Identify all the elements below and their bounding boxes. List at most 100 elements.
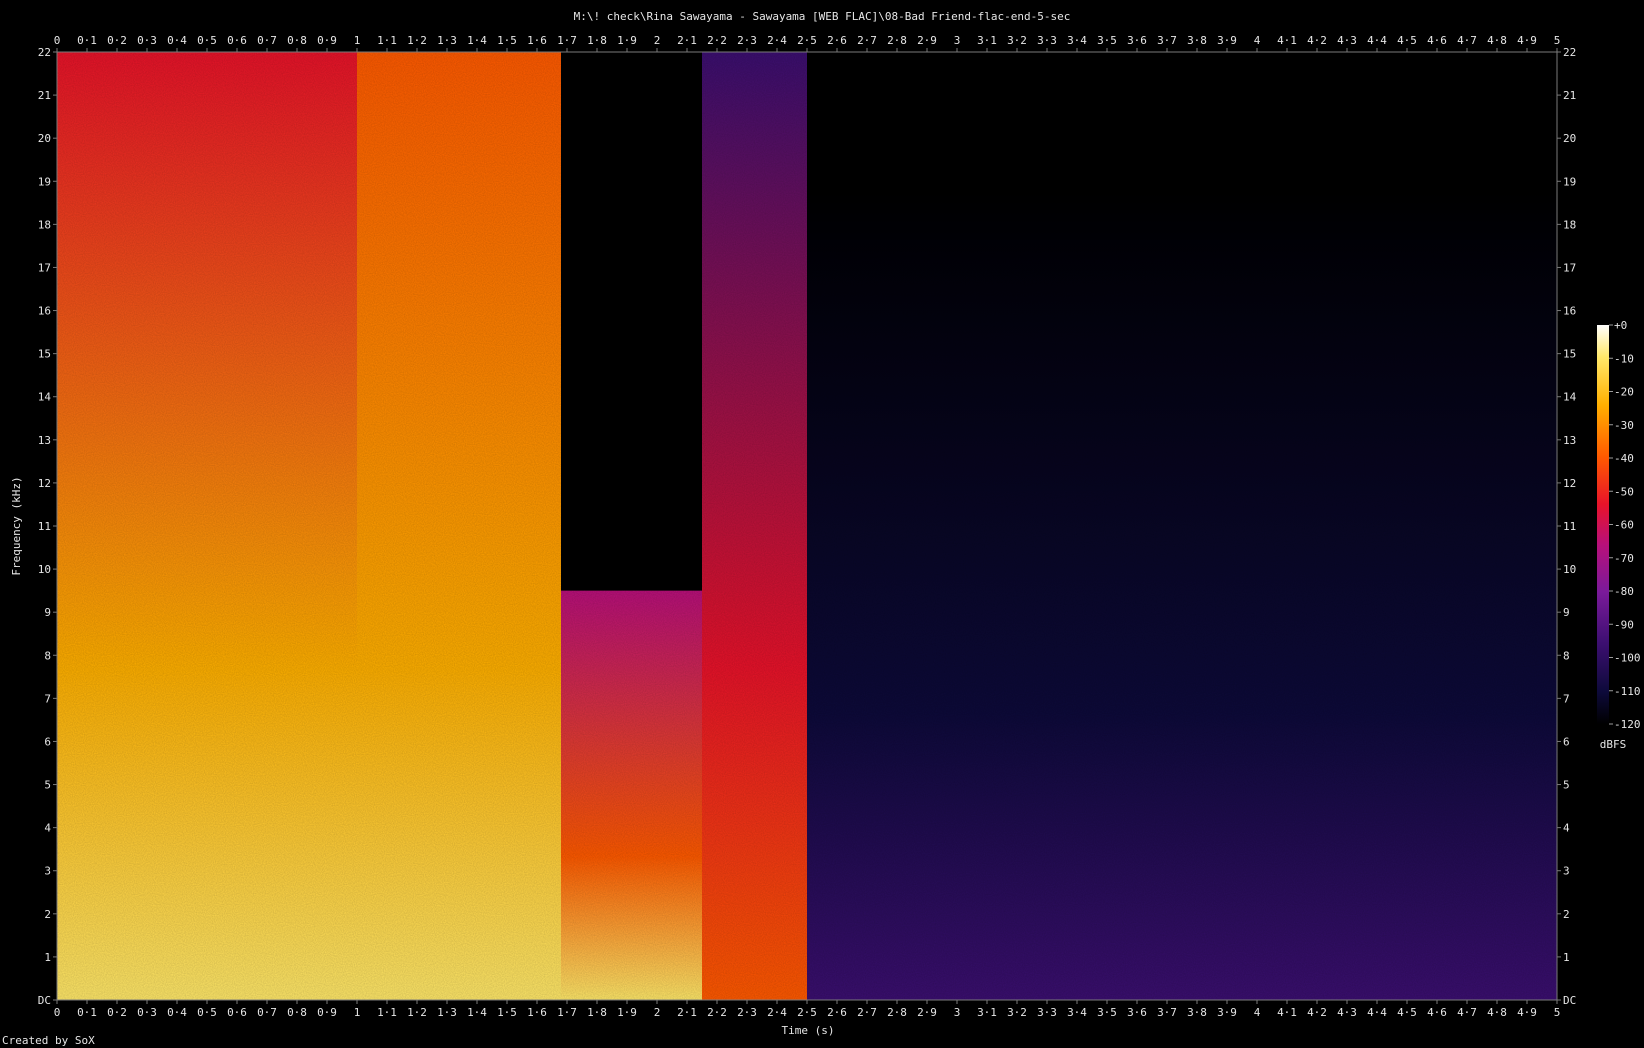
y-tick-label: 9	[1563, 606, 1570, 619]
x-tick-label: 4·9	[1517, 1006, 1537, 1019]
y-tick-label: 4	[1563, 822, 1570, 835]
x-tick-label: 4·1	[1277, 34, 1297, 47]
y-tick-label: 6	[44, 735, 51, 748]
x-tick-label: 0·2	[107, 34, 127, 47]
x-tick-label: 0·7	[257, 1006, 277, 1019]
x-tick-label: 4·1	[1277, 1006, 1297, 1019]
x-tick-label: 0·1	[77, 1006, 97, 1019]
x-tick-label: 4·7	[1457, 34, 1477, 47]
y-tick-label: 13	[1563, 434, 1576, 447]
spectrogram-figure: M:\! check\Rina Sawayama - Sawayama [WEB…	[2, 10, 1641, 1047]
x-tick-label: 0·8	[287, 34, 307, 47]
x-tick-label: 1·9	[617, 34, 637, 47]
x-tick-label: 0·9	[317, 1006, 337, 1019]
y-tick-label: 3	[1563, 865, 1570, 878]
y-tick-label: 11	[1563, 520, 1576, 533]
x-tick-label: 1·3	[437, 1006, 457, 1019]
x-tick-label: 1	[354, 1006, 361, 1019]
y-tick-label: 8	[1563, 649, 1570, 662]
x-tick-label: 0·3	[137, 1006, 157, 1019]
x-tick-label: 1	[354, 34, 361, 47]
y-tick-label: 5	[1563, 779, 1570, 792]
y-tick-label: 18	[38, 218, 51, 231]
y-tick-label: 2	[44, 908, 51, 921]
x-tick-label: 3·5	[1097, 34, 1117, 47]
x-tick-label: 0·8	[287, 1006, 307, 1019]
colorbar-tick-label: -90	[1614, 618, 1634, 631]
x-tick-label: 4·9	[1517, 34, 1537, 47]
x-tick-label: 0·5	[197, 1006, 217, 1019]
colorbar-tick-label: -50	[1614, 485, 1634, 498]
y-tick-label: 10	[1563, 563, 1576, 576]
x-tick-label: 2·2	[707, 34, 727, 47]
y-tick-label: 7	[44, 692, 51, 705]
x-tick-label: 3·7	[1157, 34, 1177, 47]
y-tick-label: 21	[38, 89, 51, 102]
y-tick-label: 11	[38, 520, 51, 533]
y-tick-label: 17	[38, 261, 51, 274]
x-tick-label: 2	[654, 34, 661, 47]
y-tick-label: 22	[38, 46, 51, 59]
colorbar-tick-label: -10	[1614, 352, 1634, 365]
x-axis-bottom: 0 0·1 0·2 0·3 0·4 0·5 0·6 0·7 0·8 0·9 1 1·1 1·2 1·3 1·…	[54, 1000, 1561, 1019]
y-tick-label: 22	[1563, 46, 1576, 59]
x-tick-label: 2·8	[887, 34, 907, 47]
x-tick-label: 0	[54, 34, 61, 47]
x-tick-label: 3·4	[1067, 34, 1087, 47]
x-tick-label: 3·2	[1007, 34, 1027, 47]
x-tick-label: 4	[1254, 34, 1261, 47]
y-tick-label: 4	[44, 822, 51, 835]
x-tick-label: 3·2	[1007, 1006, 1027, 1019]
x-tick-label: 2·6	[827, 1006, 847, 1019]
y-tick-label: 14	[1563, 391, 1577, 404]
x-tick-label: 4·5	[1397, 34, 1417, 47]
x-tick-label: 4·2	[1307, 34, 1327, 47]
y-tick-label: 13	[38, 434, 51, 447]
colorbar-tick-label: -40	[1614, 452, 1634, 465]
credit-text: Created by SoX	[2, 1034, 95, 1047]
x-tick-label: 3·1	[977, 34, 997, 47]
x-tick-label: 1·5	[497, 1006, 517, 1019]
x-axis-top: 0 0·1 0·2 0·3 0·4 0·5 0·6 0·7 0·8 0·9 1 1·1 1·2 1·3 1·…	[54, 34, 1560, 52]
x-tick-label: 4·3	[1337, 34, 1357, 47]
x-tick-label: 0·9	[317, 34, 337, 47]
x-tick-label: 0·6	[227, 1006, 247, 1019]
x-tick-label: 1·6	[527, 34, 547, 47]
x-tick-label: 0·2	[107, 1006, 127, 1019]
x-tick-label: 4·5	[1397, 1006, 1417, 1019]
x-tick-label: 2	[654, 1006, 661, 1019]
y-tick-label: 9	[44, 606, 51, 619]
x-tick-label: 5	[1554, 1006, 1561, 1019]
x-tick-label: 2·3	[737, 1006, 757, 1019]
x-tick-label: 4·7	[1457, 1006, 1477, 1019]
y-tick-label: 20	[38, 132, 51, 145]
y-tick-label: 12	[38, 477, 51, 490]
x-tick-label: 3·5	[1097, 1006, 1117, 1019]
x-tick-label: 1·4	[467, 1006, 487, 1019]
x-tick-label: 0	[54, 1006, 61, 1019]
x-tick-label: 1·2	[407, 34, 427, 47]
colorbar-tick-label: +0	[1614, 319, 1627, 332]
x-tick-label: 1·4	[467, 34, 487, 47]
colorbar-label: dBFS	[1600, 738, 1627, 751]
y-tick-label: 6	[1563, 735, 1570, 748]
y-tick-label: 3	[44, 865, 51, 878]
x-tick-label: 4·2	[1307, 1006, 1327, 1019]
y-tick-label: 20	[1563, 132, 1576, 145]
x-tick-label: 1·9	[617, 1006, 637, 1019]
x-tick-label: 1·3	[437, 34, 457, 47]
x-tick-label: 1·1	[377, 1006, 397, 1019]
chart-title: M:\! check\Rina Sawayama - Sawayama [WEB…	[574, 10, 1071, 23]
x-tick-label: 2·6	[827, 34, 847, 47]
x-tick-label: 0·5	[197, 34, 217, 47]
x-tick-label: 2·1	[677, 1006, 697, 1019]
x-tick-label: 0·6	[227, 34, 247, 47]
colorbar-tick-label: -80	[1614, 585, 1634, 598]
x-tick-label: 0·4	[167, 34, 187, 47]
y-tick-label: 15	[1563, 348, 1576, 361]
x-tick-label: 2·4	[767, 34, 787, 47]
y-tick-label: 12	[1563, 477, 1576, 490]
x-tick-label: 3·3	[1037, 1006, 1057, 1019]
y-tick-label: 17	[1563, 261, 1576, 274]
y-tick-label: 16	[38, 305, 51, 318]
